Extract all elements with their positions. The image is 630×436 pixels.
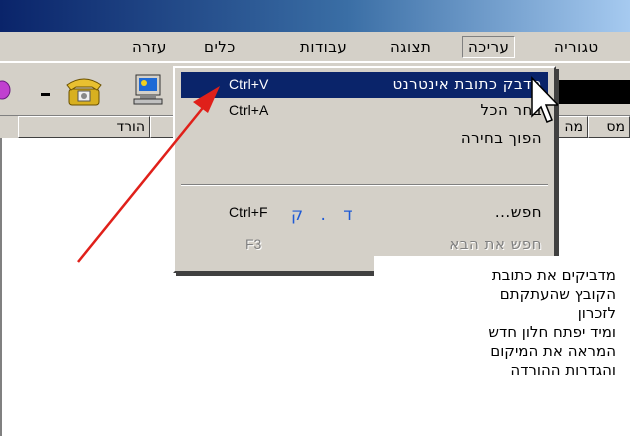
callout-line: מדביקים את כתובת — [491, 266, 616, 284]
callout-line: המראה את המיקום — [490, 342, 616, 360]
callout-line: הקובץ שהעתקתם — [499, 285, 616, 303]
callout-line: ומיד יפתח חלון חדש — [488, 323, 616, 341]
callout-line: והגדרות ההורדה — [510, 361, 616, 379]
annotation-callout: מדביקים את כתובת הקובץ שהעתקתם לזכרון ומ… — [374, 256, 620, 422]
callout-line: לזכרון — [577, 304, 616, 322]
